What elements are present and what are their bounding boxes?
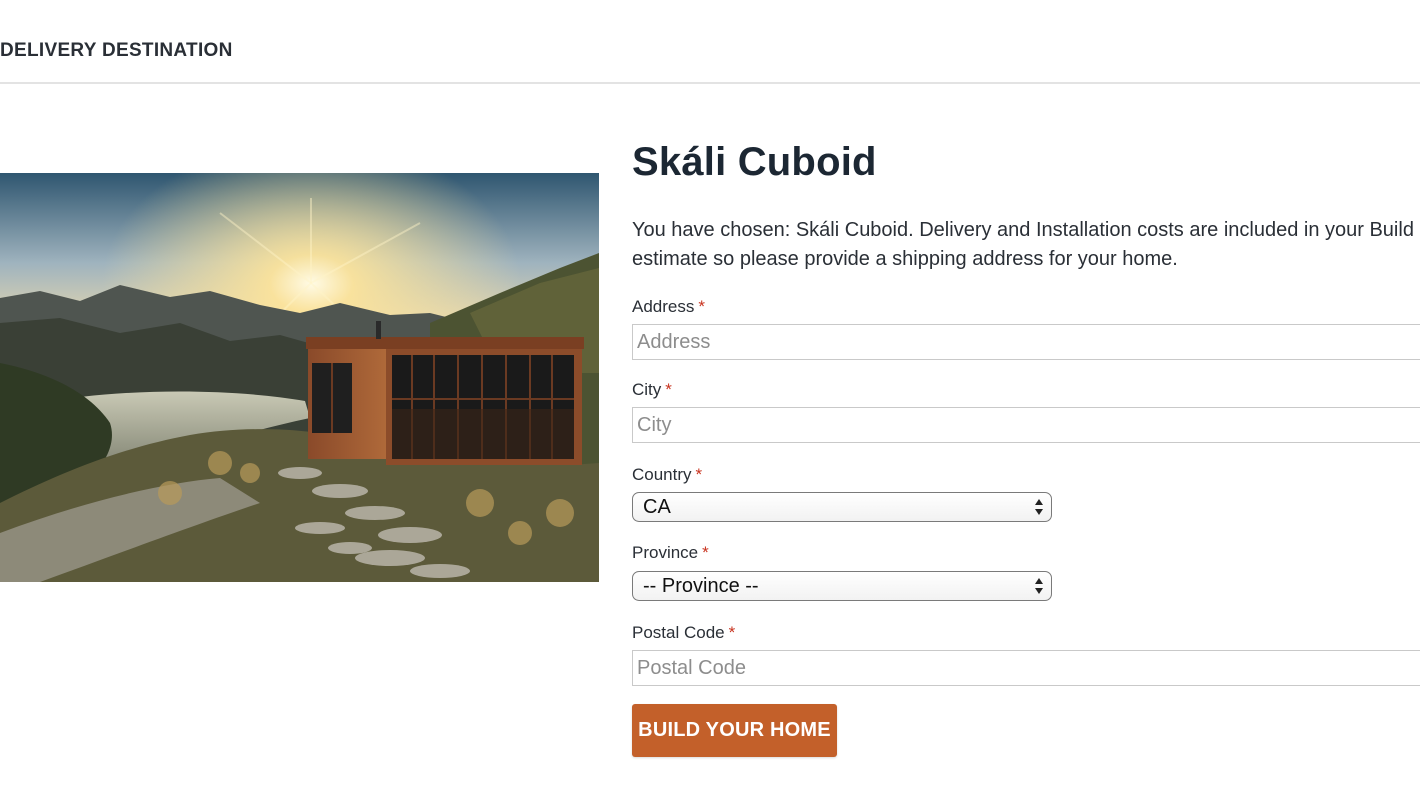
intro-line-2: estimate so please provide a shipping ad… <box>632 248 1178 270</box>
country-select-value: CA <box>643 496 671 518</box>
country-select[interactable]: CA <box>632 492 1052 522</box>
city-label: City * <box>632 380 672 400</box>
intro-line-1: You have chosen: Skáli Cuboid. Delivery … <box>632 219 1414 241</box>
address-label: Address * <box>632 297 705 317</box>
address-label-text: Address <box>632 297 695 316</box>
product-title: Skáli Cuboid <box>632 140 877 184</box>
delivery-form: Skáli Cuboid You have chosen: Skáli Cubo… <box>632 0 1420 800</box>
required-mark: * <box>702 543 709 562</box>
province-label: Province * <box>632 543 709 563</box>
address-input[interactable] <box>632 324 1420 360</box>
postal-code-label: Postal Code * <box>632 623 735 643</box>
section-title: DELIVERY DESTINATION <box>0 40 233 61</box>
city-input[interactable] <box>632 407 1420 443</box>
build-your-home-button[interactable]: BUILD YOUR HOME <box>632 704 837 757</box>
required-mark: * <box>695 465 703 484</box>
country-label: Country * <box>632 465 702 485</box>
required-mark: * <box>665 380 672 399</box>
postal-code-label-text: Postal Code <box>632 623 725 642</box>
province-select[interactable]: -- Province -- <box>632 571 1052 601</box>
select-arrows-icon <box>1035 578 1043 594</box>
province-select-value: -- Province -- <box>643 575 759 597</box>
required-mark: * <box>728 623 736 642</box>
delivery-page: DELIVERY DESTINATION Skáli Cuboid You ha… <box>0 0 1420 800</box>
province-label-text: Province <box>632 543 699 562</box>
country-label-text: Country <box>632 465 692 484</box>
intro-text: You have chosen: Skáli Cuboid. Delivery … <box>632 216 1420 274</box>
postal-code-input[interactable] <box>632 650 1420 686</box>
select-arrows-icon <box>1035 499 1043 515</box>
required-mark: * <box>698 297 705 316</box>
hero-image <box>0 173 599 582</box>
city-label-text: City <box>632 380 662 399</box>
